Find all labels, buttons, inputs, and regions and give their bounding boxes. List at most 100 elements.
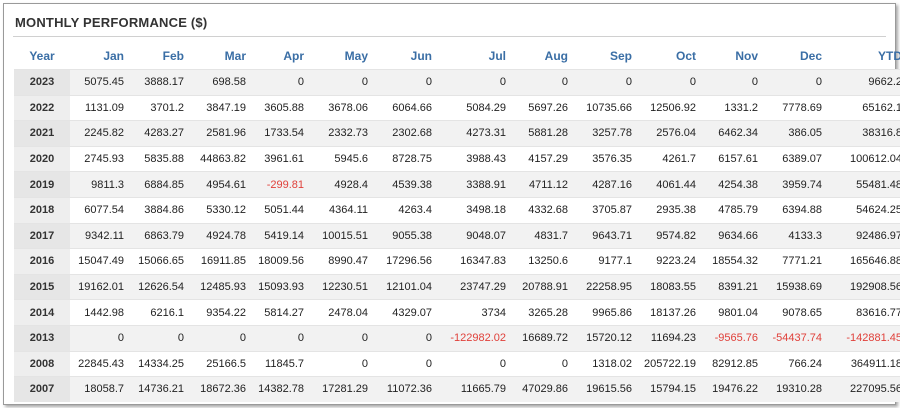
value-cell-may: 3678.06 [308,94,372,121]
value-cell-ytd: 165646.88 [826,248,900,275]
value-cell-sep: 15720.12 [572,324,636,352]
value-cell-jan: 9342.11 [70,222,128,249]
value-cell-oct: 12506.92 [636,94,700,121]
value-cell-may: 8990.47 [308,248,372,275]
value-cell-aug: 47029.86 [510,376,572,402]
value-cell-jan: 19162.01 [70,273,128,300]
value-cell-feb: 6216.1 [128,299,188,326]
value-cell-apr: 15093.93 [250,273,308,300]
value-cell-jan: 1131.09 [70,94,128,121]
value-cell-aug: 4711.12 [510,171,572,198]
year-cell: 2008 [14,350,70,377]
value-cell-nov: -9565.76 [700,324,762,352]
value-cell-nov: 18554.32 [700,248,762,275]
value-cell-jan: 2745.93 [70,145,128,172]
value-cell-dec: 0 [762,69,826,96]
value-cell-dec: 15938.69 [762,273,826,300]
value-cell-oct: 15794.15 [636,376,700,402]
value-cell-mar: 4924.78 [188,222,250,249]
value-cell-jul: 16347.83 [436,248,510,275]
table-row: 2015 19162.01 12626.54 12485.93 15093.93 1223… [14,273,900,300]
year-cell: 2022 [14,94,70,121]
value-cell-jan: 9811.3 [70,171,128,198]
value-cell-nov: 1331.2 [700,94,762,121]
table-row: 2021 2245.82 4283.27 2581.96 1733.54 2332.73 2… [14,120,900,147]
value-cell-jun: 6064.66 [372,94,436,121]
value-cell-apr: 11845.7 [250,350,308,377]
title-divider [13,36,886,37]
value-cell-mar: 5330.12 [188,196,250,224]
value-cell-jul: 3498.18 [436,196,510,224]
table-row: 2022 1131.09 3701.2 3847.19 3605.88 3678.06 60… [14,94,900,121]
value-cell-may: 10015.51 [308,222,372,249]
value-cell-feb: 14334.25 [128,350,188,377]
value-cell-sep: 4287.16 [572,171,636,198]
value-cell-oct: 18083.55 [636,273,700,300]
column-header-dec: Dec [799,48,822,63]
value-cell-jun: 4329.07 [372,299,436,326]
table-row: 2016 15047.49 15066.65 16911.85 18009.56 8990… [14,248,900,275]
value-cell-nov: 8391.21 [700,273,762,300]
value-cell-apr: 18009.56 [250,248,308,275]
value-cell-jun: 11072.36 [372,376,436,402]
value-cell-jan: 18058.7 [70,376,128,402]
value-cell-jul: -122982.02 [436,324,510,352]
performance-panel: MONTHLY PERFORMANCE ($) Year Jan Feb Mar Apr… [3,3,900,405]
value-cell-jun: 0 [372,324,436,352]
value-cell-apr: 0 [250,69,308,96]
column-header-apr: Apr [283,48,304,63]
value-cell-nov: 6157.61 [700,145,762,172]
column-header-nov: Nov [735,48,758,63]
value-cell-sep: 19615.56 [572,376,636,402]
value-cell-aug: 4157.29 [510,145,572,172]
monthly-performance-table: Year Jan Feb Mar Apr May Jun Jul Aug Sep Oct Nov Dec… [14,42,900,402]
table-row: 2014 1442.98 6216.1 9354.22 5814.27 2478.04 43… [14,299,900,326]
value-cell-dec: 9078.65 [762,299,826,326]
value-cell-aug: 4332.68 [510,196,572,224]
value-cell-nov: 6462.34 [700,120,762,147]
value-cell-nov: 9801.04 [700,299,762,326]
year-cell: 2007 [14,376,70,402]
value-cell-jul: 23747.29 [436,273,510,300]
value-cell-jun: 4539.38 [372,171,436,198]
value-cell-ytd: 55481.48 [826,171,900,198]
value-cell-jul: 3988.43 [436,145,510,172]
value-cell-jun: 17296.56 [372,248,436,275]
table-body: 2023 5075.45 3888.17 698.58 0 0 0 0 0 0 0 0 0 9662.2 2… [14,69,900,402]
value-cell-mar: 25166.5 [188,350,250,377]
value-cell-mar: 0 [188,324,250,352]
value-cell-dec: 3959.74 [762,171,826,198]
value-cell-apr: 5051.44 [250,196,308,224]
value-cell-may: 2478.04 [308,299,372,326]
table-row: 2013 0 0 0 0 0 0 -122982.02 16689.72 15720.12 1169… [14,324,900,352]
value-cell-may: 17281.29 [308,376,372,402]
column-header-ytd: YTD [878,48,900,63]
value-cell-oct: 2935.38 [636,196,700,224]
column-header-may: May [344,48,368,63]
year-cell: 2020 [14,145,70,172]
value-cell-jan: 15047.49 [70,248,128,275]
value-cell-oct: 4261.7 [636,145,700,172]
value-cell-feb: 14736.21 [128,376,188,402]
value-cell-apr: 5814.27 [250,299,308,326]
value-cell-oct: 18137.26 [636,299,700,326]
value-cell-aug: 16689.72 [510,324,572,352]
value-cell-dec: -54437.74 [762,324,826,352]
value-cell-apr: 14382.78 [250,376,308,402]
value-cell-dec: 766.24 [762,350,826,377]
value-cell-feb: 4283.27 [128,120,188,147]
value-cell-jun: 0 [372,350,436,377]
value-cell-jul: 4273.31 [436,120,510,147]
value-cell-feb: 6863.79 [128,222,188,249]
year-cell: 2013 [14,324,70,352]
value-cell-mar: 44863.82 [188,145,250,172]
year-cell: 2015 [14,273,70,300]
value-cell-apr: 5419.14 [250,222,308,249]
value-cell-nov: 19476.22 [700,376,762,402]
value-cell-jun: 8728.75 [372,145,436,172]
value-cell-mar: 16911.85 [188,248,250,275]
table-row: 2018 6077.54 3884.86 5330.12 5051.44 4364.11 4… [14,196,900,224]
value-cell-sep: 3257.78 [572,120,636,147]
value-cell-ytd: 38316.8 [826,120,900,147]
year-cell: 2014 [14,299,70,326]
